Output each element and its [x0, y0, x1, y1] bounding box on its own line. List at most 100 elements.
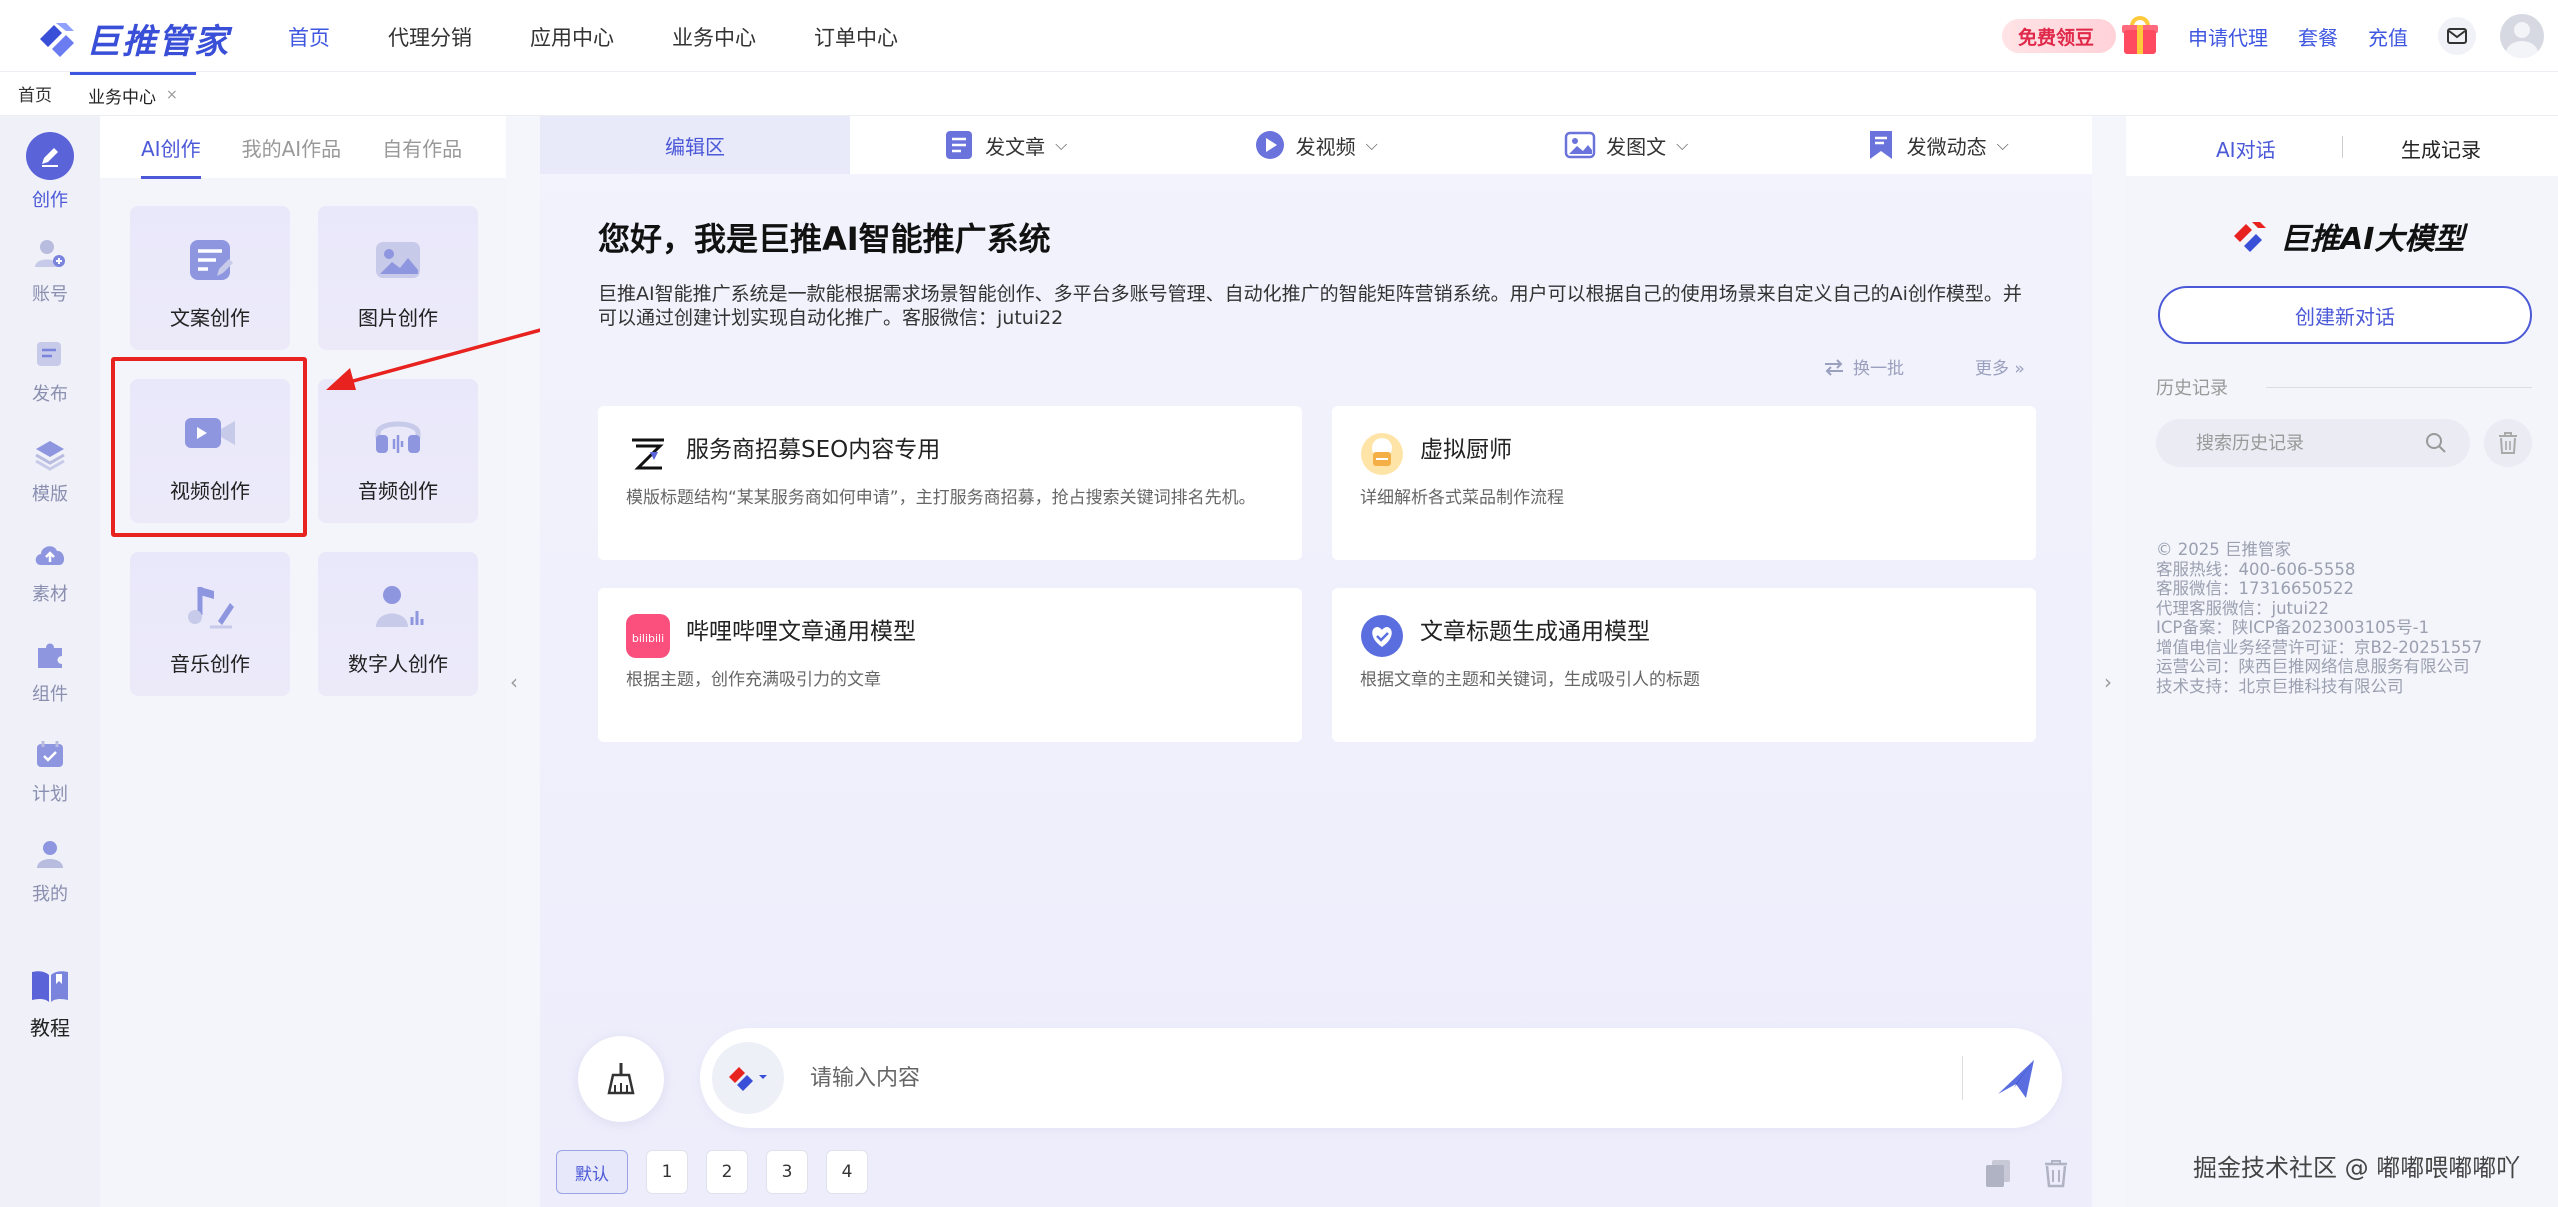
watermark: 掘金技术社区 @ 嘟嘟喂嘟嘟吖	[2193, 1154, 2521, 1182]
subtab-own-works[interactable]: 自有作品	[382, 133, 462, 162]
chat-input-bar	[700, 1028, 2062, 1128]
package-link[interactable]: 套餐	[2298, 22, 2338, 51]
pager-3[interactable]: 3	[766, 1150, 808, 1194]
card-copywriting[interactable]: 文案创作	[130, 206, 290, 350]
nav-business-center[interactable]: 业务中心	[672, 22, 756, 52]
nav-order-center[interactable]: 订单中心	[814, 22, 898, 52]
user-icon	[30, 834, 70, 874]
chat-input[interactable]	[810, 1054, 1960, 1102]
digital-human-icon	[368, 576, 428, 636]
clear-button[interactable]	[578, 1036, 664, 1122]
history-search	[2156, 419, 2470, 467]
ai-model-logo: 巨推AI大模型	[2230, 214, 2464, 258]
editor-area: 编辑区 发文章 ⌵ 发视频 ⌵ 发图文 ⌵ 发微动态 ⌵ 您好，我是巨推AI智能…	[540, 116, 2092, 1207]
mail-icon[interactable]	[2438, 17, 2476, 55]
rail-item-mine[interactable]: 我的	[0, 834, 100, 906]
card-music[interactable]: 音乐创作	[130, 552, 290, 696]
user-avatar[interactable]	[2500, 14, 2544, 58]
model-selector[interactable]	[712, 1042, 784, 1114]
greeting-description: 巨推AI智能推广系统是一款能根据需求场景智能创作、多平台多账号管理、自动化推广的…	[598, 283, 2022, 329]
refresh-button[interactable]: 换一批	[1823, 354, 1904, 379]
chef-icon	[1361, 433, 1403, 475]
trash-icon	[2499, 432, 2517, 454]
collapse-left-icon[interactable]: ‹	[510, 670, 518, 694]
chevron-down-icon: ⌵	[1365, 135, 1378, 154]
send-button[interactable]	[1988, 1050, 2044, 1106]
tab-edit-area[interactable]: 编辑区	[540, 116, 850, 174]
pager-default[interactable]: 默认	[556, 1150, 628, 1194]
play-icon	[1255, 131, 1284, 159]
collapse-right-icon[interactable]: ›	[2104, 670, 2112, 694]
greeting-title: 您好，我是巨推AI智能推广系统	[598, 220, 1051, 258]
search-icon[interactable]	[2424, 431, 2448, 455]
tab-post-article[interactable]: 发文章 ⌵	[850, 116, 1161, 174]
model-card-seo[interactable]: 服务商招募SEO内容专用 模版标题结构“某某服务商如何申请”，主打服务商招募，抢…	[598, 406, 1302, 560]
clear-history-button[interactable]	[2484, 419, 2532, 467]
pager-1[interactable]: 1	[646, 1150, 688, 1194]
document-icon	[180, 230, 240, 290]
card-digital-human[interactable]: 数字人创作	[318, 552, 478, 696]
pager-4[interactable]: 4	[826, 1150, 868, 1194]
rail-item-template[interactable]: 模版	[0, 434, 100, 506]
tab-home[interactable]: 首页	[0, 72, 70, 116]
left-rail: 创作 账号 发布 模版 素材 组件 计划 我的 教程	[0, 116, 100, 1207]
rail-item-tutorial[interactable]: 教程	[0, 966, 100, 1041]
rail-item-create[interactable]: 创作	[0, 132, 100, 212]
image-icon	[368, 230, 428, 290]
model-card-bilibili[interactable]: bilibili 哔哩哔哩文章通用模型 根据主题，创作充满吸引力的文章	[598, 588, 1302, 742]
headphones-icon	[368, 403, 428, 463]
divider	[2266, 387, 2532, 388]
more-link[interactable]: 更多 »	[1975, 354, 2025, 379]
right-tabs: AI对话 生成记录	[2126, 116, 2558, 176]
right-panel: AI对话 生成记录 巨推AI大模型 创建新对话 历史记录 © 2025 巨推管家…	[2126, 116, 2558, 1207]
footer-info: © 2025 巨推管家 客服热线：400-606-5558 客服微信：17316…	[2156, 540, 2483, 696]
nav-app-center[interactable]: 应用中心	[530, 22, 614, 52]
history-search-input[interactable]	[2196, 429, 2416, 457]
trash-icon[interactable]	[2042, 1158, 2070, 1188]
recharge-link[interactable]: 充值	[2368, 22, 2408, 51]
brand-name: 巨推管家	[86, 22, 230, 62]
copy-icon[interactable]	[1984, 1158, 2012, 1188]
pen-icon	[26, 132, 74, 180]
puzzle-icon	[30, 634, 70, 674]
apply-agent-link[interactable]: 申请代理	[2188, 22, 2268, 51]
bookmark-icon	[1869, 131, 1892, 159]
broom-icon	[607, 1063, 635, 1095]
page-tab-strip: 首页 业务中心 ×	[0, 71, 2558, 116]
rail-item-publish[interactable]: 发布	[0, 334, 100, 406]
rail-item-component[interactable]: 组件	[0, 634, 100, 706]
subtab-my-ai-works[interactable]: 我的AI作品	[242, 133, 342, 162]
brand-logo[interactable]: 巨推管家	[36, 14, 230, 63]
card-audio[interactable]: 音频创作	[318, 379, 478, 523]
chevron-down-icon: ⌵	[1055, 135, 1068, 154]
creation-panel: AI创作 我的AI作品 自有作品 文案创作 图片创作 视频创作 音频创作 音乐创…	[100, 116, 506, 1207]
model-card-virtual-chef[interactable]: 虚拟厨师 详细解析各式菜品制作流程	[1332, 406, 2036, 560]
rail-item-material[interactable]: 素材	[0, 534, 100, 606]
subtab-ai-create[interactable]: AI创作	[141, 133, 201, 179]
rail-item-plan[interactable]: 计划	[0, 734, 100, 806]
tab-post-video[interactable]: 发视频 ⌵	[1161, 116, 1472, 174]
heart-check-icon	[1361, 615, 1403, 657]
cloud-upload-icon	[30, 534, 70, 574]
annotation-arrow-icon	[326, 326, 549, 390]
tab-post-micro-update[interactable]: 发微动态 ⌵	[1782, 116, 2093, 174]
tab-post-image-text[interactable]: 发图文 ⌵	[1471, 116, 1782, 174]
new-chat-button[interactable]: 创建新对话	[2158, 286, 2532, 344]
brand-model-icon	[2234, 222, 2266, 252]
nav-home[interactable]: 首页	[288, 22, 330, 52]
highlight-box	[111, 357, 307, 537]
pager-2[interactable]: 2	[706, 1150, 748, 1194]
model-card-title-generator[interactable]: 文章标题生成通用模型 根据文章的主题和关键词，生成吸引人的标题	[1332, 588, 2036, 742]
article-icon	[946, 131, 973, 159]
close-icon[interactable]: ×	[166, 87, 178, 103]
publish-icon	[30, 334, 70, 374]
tab-business-center[interactable]: 业务中心 ×	[70, 71, 196, 116]
free-beans-button[interactable]: 免费领豆	[2001, 19, 2116, 53]
gift-icon[interactable]	[2120, 16, 2160, 56]
nav-agent-distribution[interactable]: 代理分销	[388, 22, 472, 52]
tab-ai-chat[interactable]: AI对话	[2216, 134, 2276, 163]
rail-item-account[interactable]: 账号	[0, 234, 100, 306]
tab-generation-records[interactable]: 生成记录	[2401, 134, 2481, 163]
book-icon	[30, 966, 70, 1006]
pager: 默认 1 2 3 4	[556, 1150, 868, 1194]
